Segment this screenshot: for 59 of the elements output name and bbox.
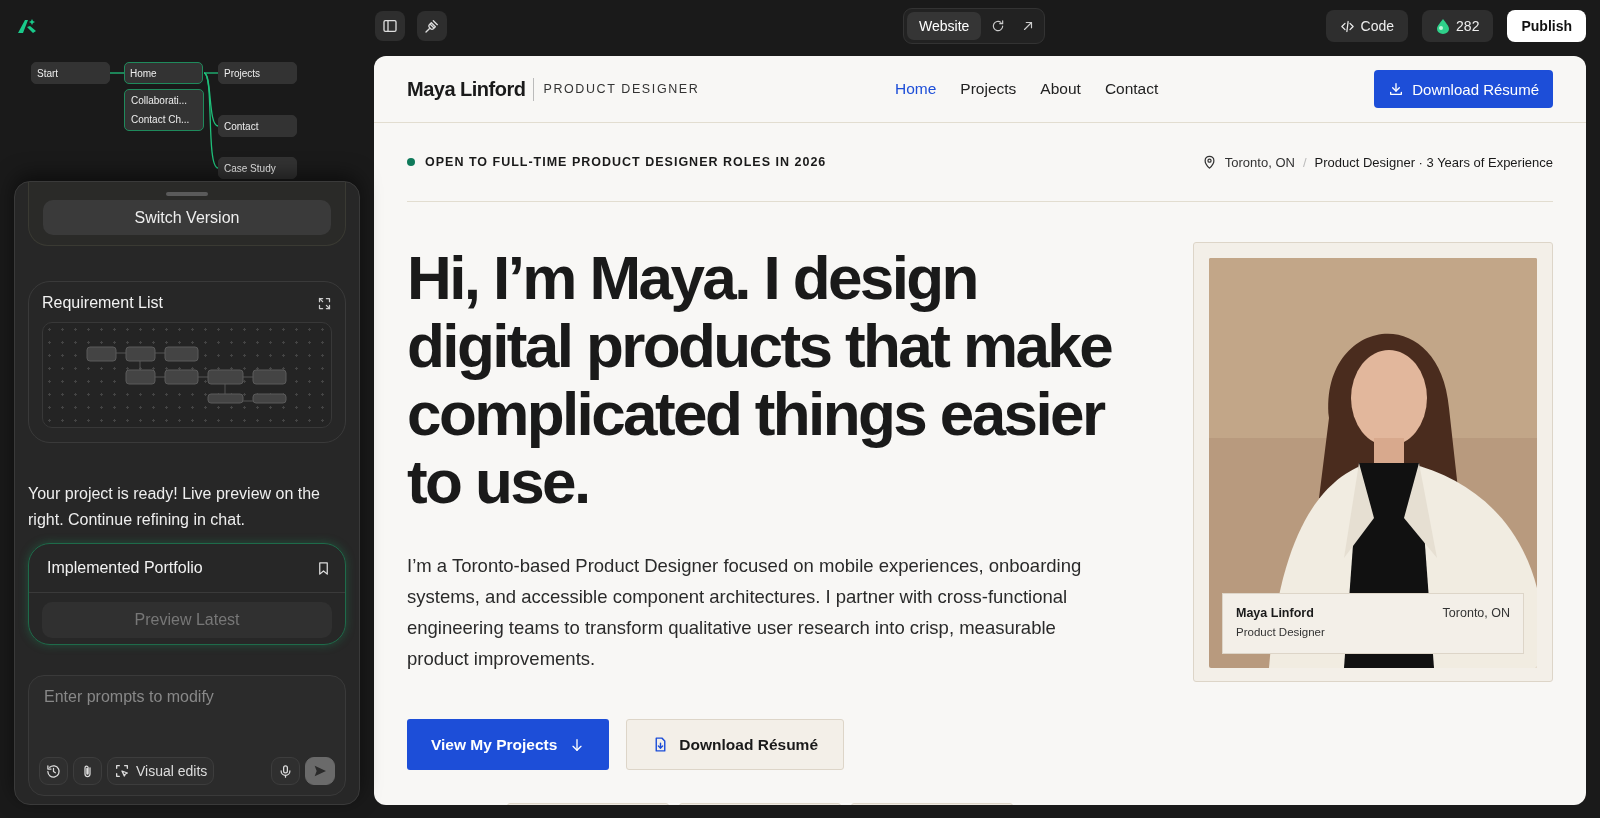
caption-role: Product Designer <box>1236 626 1326 640</box>
intro-paragraph: I’m a Toronto-based Product Designer focused on mobile experiences, onboarding systems, and accessible component architectures. I partner with cross-functional engineering teams to transform qualitative user research into crisp, measurable product improvements. <box>407 554 1083 671</box>
flow-node-group[interactable]: Collaborati... Contact Ch... <box>124 89 204 131</box>
availability-text: OPEN TO FULL-TIME PRODUCT DESIGNER ROLES IN 2026 <box>425 155 827 169</box>
assistant-message: Your project is ready! Live preview on the right. Continue refining in chat. <box>28 484 321 530</box>
download-icon <box>1388 81 1405 97</box>
sidebar-icon <box>382 18 398 34</box>
view-tab[interactable]: Website <box>907 12 982 40</box>
caption-location: Toronto, ON <box>1442 606 1510 622</box>
prompt-field[interactable]: Enter prompts to modify Visual edits <box>28 674 346 796</box>
flow-node[interactable]: Projects <box>218 62 297 84</box>
switch-version-button[interactable]: Switch Version <box>43 200 331 235</box>
card-title: Requirement List <box>42 294 163 312</box>
flow-node[interactable]: Home <box>124 62 203 84</box>
view-projects-button[interactable]: View My Projects <box>407 719 610 770</box>
hero-headline: Hi, I’m Maya. I design digital products that make complicated things easier to use. <box>407 244 1113 516</box>
download-resume-button[interactable]: Download Résumé <box>1374 70 1553 108</box>
location-text: Toronto, ON <box>1224 154 1295 170</box>
refresh-icon <box>991 19 1006 33</box>
nav-link[interactable]: About <box>1040 80 1081 98</box>
site-name: Maya Linford <box>407 77 535 101</box>
location-pin-icon <box>1201 154 1217 170</box>
connector-line <box>109 72 125 74</box>
download-resume-button[interactable]: Download Résumé <box>626 719 845 770</box>
caption-name: Maya Linford <box>1236 606 1315 622</box>
code-button[interactable]: Code <box>1325 10 1409 42</box>
drag-handle[interactable] <box>166 192 208 196</box>
flow-node[interactable]: Start <box>31 62 110 84</box>
publish-button[interactable]: Publish <box>1507 10 1586 42</box>
send-button[interactable] <box>305 757 335 785</box>
sidebar-toggle-button[interactable] <box>375 11 405 41</box>
separator: / <box>1302 154 1307 170</box>
expand-icon <box>317 295 332 311</box>
site-tagline: PRODUCT DESIGNER <box>543 82 700 96</box>
experience-text: Product Designer · 3 Years of Experience <box>1314 154 1553 170</box>
nav-link[interactable]: Projects <box>960 80 1017 98</box>
attach-button[interactable] <box>73 757 102 785</box>
nav-link[interactable]: Home <box>895 80 937 98</box>
gem-icon <box>1436 18 1451 34</box>
microphone-button[interactable] <box>271 757 300 785</box>
microphone-icon <box>278 763 293 779</box>
logo-icon <box>17 18 38 34</box>
flow-node-item: Collaborati... <box>131 95 189 106</box>
history-button[interactable] <box>39 757 68 785</box>
history-icon <box>46 763 61 779</box>
code-icon <box>1339 18 1355 34</box>
card-title: Implemented Portfolio <box>47 559 203 577</box>
select-cursor-icon <box>114 763 130 779</box>
credits-button[interactable]: 282 <box>1422 10 1494 42</box>
bookmark-icon <box>316 560 331 576</box>
flow-node[interactable]: Contact <box>218 115 297 137</box>
status-dot <box>407 158 415 166</box>
visual-edits-button[interactable]: Visual edits <box>107 757 215 785</box>
send-icon <box>312 763 328 779</box>
flow-node[interactable]: Case Study <box>218 157 297 179</box>
plug-button[interactable] <box>417 11 447 41</box>
nav-link[interactable]: Contact <box>1104 80 1159 98</box>
flow-node-item: Contact Ch... <box>131 114 191 125</box>
plug-icon <box>424 18 440 34</box>
